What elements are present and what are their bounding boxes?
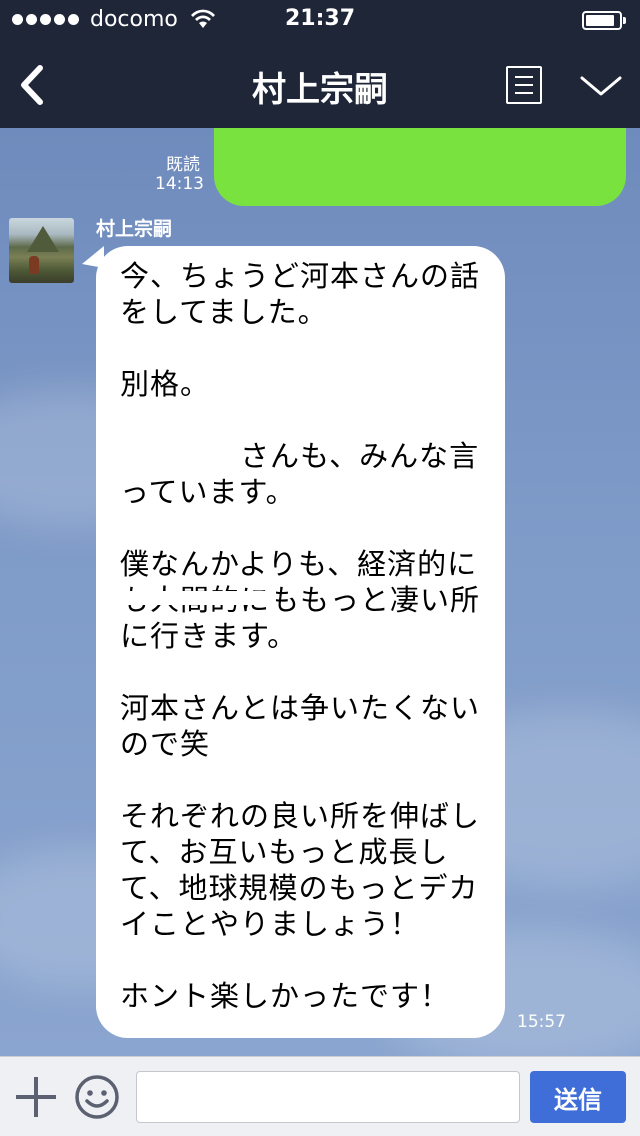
sent-message-bubble[interactable] (214, 128, 626, 206)
smiley-icon[interactable] (74, 1074, 120, 1120)
message-input-bar: 送信 (0, 1056, 640, 1136)
send-button[interactable]: 送信 (530, 1071, 626, 1123)
read-receipt: 既読 (166, 155, 200, 175)
redacted-text (118, 591, 276, 605)
plus-icon[interactable] (16, 1077, 56, 1117)
sent-message-time: 14:13 (155, 174, 204, 194)
chat-header: 村上宗嗣 (0, 40, 640, 128)
message-input[interactable] (136, 1071, 520, 1123)
sender-name: 村上宗嗣 (96, 218, 173, 240)
received-message-text: 今、ちょうど河本さんの話をしてました。 別格。 さんも、みんな言っています。 僕… (120, 259, 481, 1013)
status-time: 21:37 (284, 6, 356, 31)
received-message-time: 15:57 (517, 1012, 566, 1032)
status-bar: docomo 21:37 (0, 0, 640, 40)
chat-area[interactable]: 既読 14:13 村上宗嗣 今、ちょうど河本さんの話をしてました。 別格。 さん… (0, 128, 640, 1056)
chat-title: 村上宗嗣 (252, 70, 388, 110)
avatar[interactable] (9, 218, 74, 283)
battery-icon (582, 11, 626, 30)
chevron-down-button[interactable] (578, 70, 624, 100)
menu-list-button[interactable] (506, 66, 542, 104)
